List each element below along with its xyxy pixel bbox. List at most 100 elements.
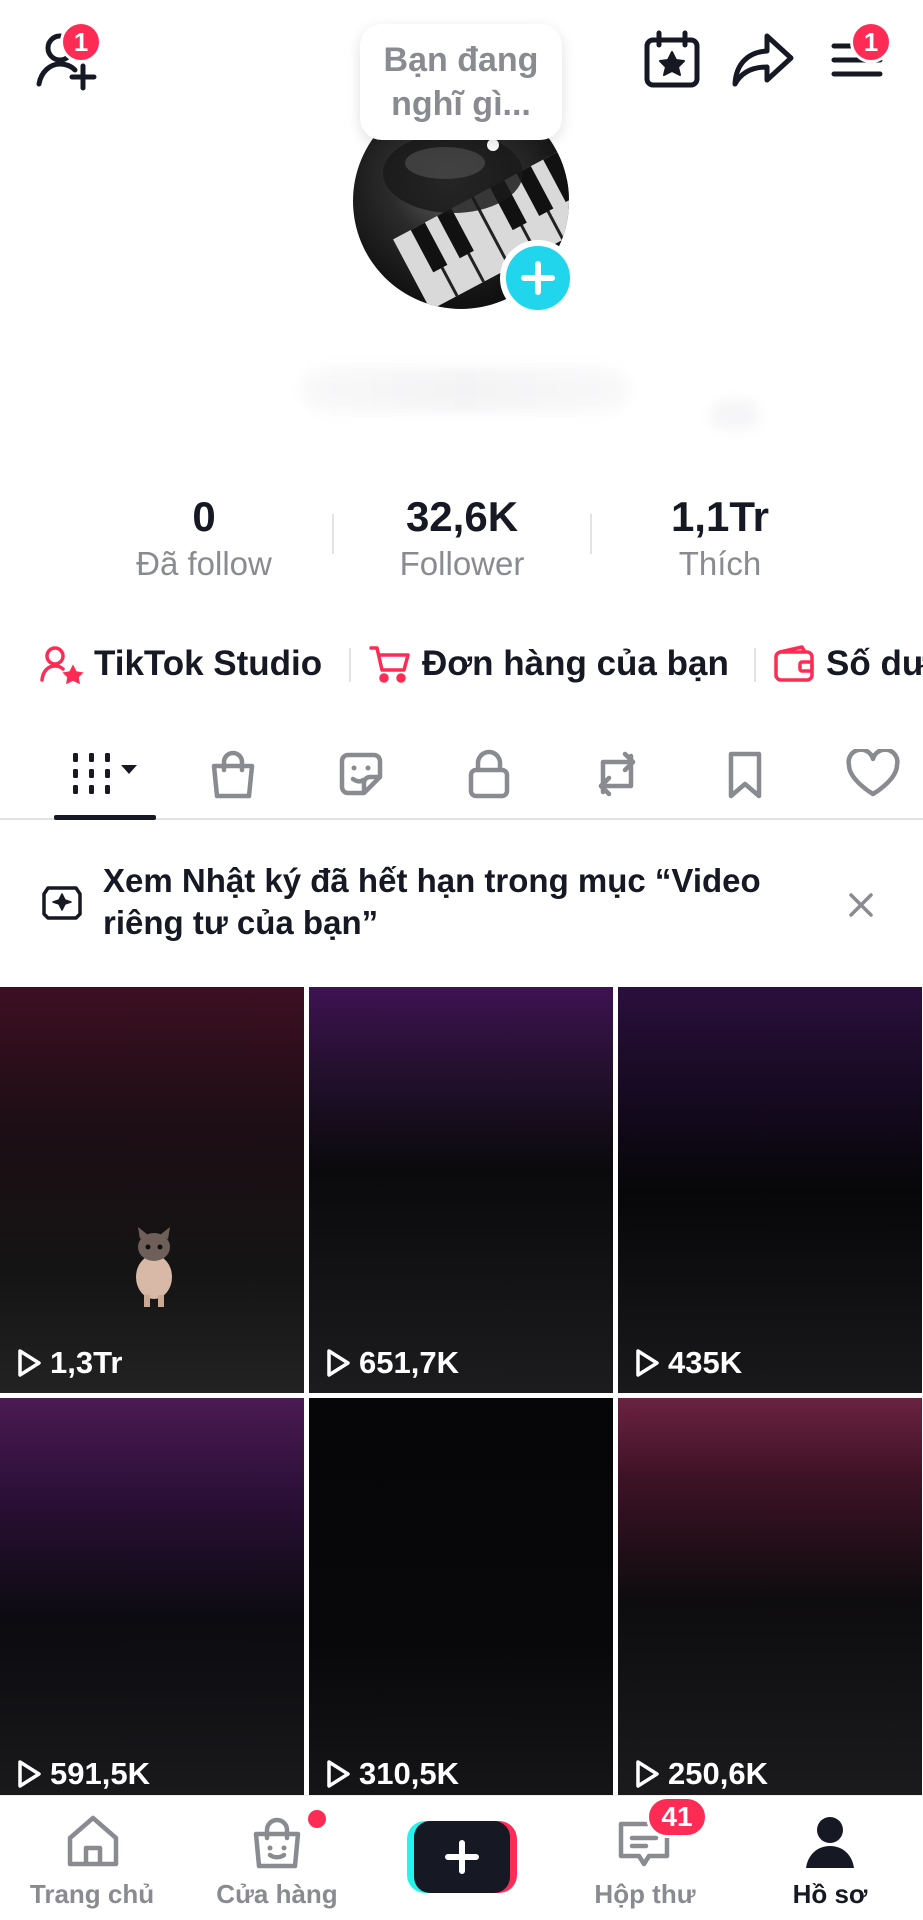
stat-label: Follower [399, 545, 525, 582]
tab-reposts[interactable] [567, 728, 667, 820]
quick-link-label: Số dư [826, 644, 923, 683]
share-icon [732, 33, 794, 87]
thought-prompt-line1: Bạn đang [383, 41, 539, 79]
video-thumbnail[interactable]: 591,5K [0, 1398, 304, 1804]
nav-label: Hồ sơ [792, 1879, 868, 1909]
thought-prompt-line2: nghĩ gì... [391, 85, 531, 123]
view-count: 250,6K [634, 1756, 768, 1792]
nav-home[interactable]: Trang chủ [17, 1814, 167, 1914]
sticker-icon [339, 752, 383, 796]
username-blurred-extra [710, 400, 760, 430]
quick-link-label: Đơn hàng của bạn [422, 644, 729, 683]
nav-shop[interactable]: Cửa hàng [202, 1814, 352, 1914]
play-icon [18, 1349, 41, 1377]
view-count: 591,5K [16, 1756, 150, 1792]
view-count: 435K [634, 1345, 742, 1381]
tab-liked[interactable] [823, 728, 923, 820]
heart-icon [846, 749, 900, 797]
username-blurred [300, 368, 630, 412]
quick-link-label: TikTok Studio [94, 644, 323, 683]
view-count-text: 310,5K [359, 1756, 459, 1791]
video-thumbnail[interactable]: 651,7K [309, 987, 613, 1393]
create-button-center [414, 1821, 510, 1893]
stat-label: Thích [678, 545, 762, 582]
cart-icon [369, 646, 410, 683]
nav-label: Hộp thư [594, 1879, 696, 1909]
top-bar: 1 Bạn đang nghĩ gì... 1 [0, 0, 923, 140]
play-icon [18, 1760, 41, 1788]
nav-label: Trang chủ [29, 1879, 155, 1909]
tab-favorites[interactable] [695, 728, 795, 820]
view-count: 1,3Tr [16, 1345, 122, 1381]
calendar-star-icon [644, 30, 700, 88]
video-thumbnail[interactable]: 435K [618, 987, 922, 1393]
menu-badge: 1 [850, 21, 892, 63]
inbox-badge: 41 [646, 1796, 708, 1838]
play-icon [636, 1760, 659, 1788]
create-button[interactable] [407, 1821, 517, 1893]
view-count: 651,7K [325, 1345, 459, 1381]
expired-diary-notice[interactable]: Xem Nhật ký đã hết hạn trong mục “Video … [0, 840, 923, 960]
video-thumbnail[interactable]: 310,5K [309, 1398, 613, 1804]
profile-stats: 0 Đã follow 32,6K Follower 1,1Tr Thích [0, 492, 923, 592]
stat-likes[interactable]: 1,1Tr Thích [600, 492, 840, 586]
view-count-text: 591,5K [50, 1756, 150, 1791]
lock-icon [468, 749, 510, 799]
repost-icon [598, 751, 636, 797]
add-friend-badge: 1 [60, 21, 102, 63]
shopping-bag-icon [211, 750, 255, 799]
play-icon [636, 1349, 659, 1377]
bottom-navigation: Trang chủ Cửa hàng Hộp thư Hồ sơ [0, 1795, 923, 1920]
bookmark-icon [728, 751, 762, 799]
tiktok-studio-link[interactable]: TikTok Studio [40, 636, 322, 692]
plus-icon [445, 1840, 479, 1874]
content-tabs [0, 728, 923, 820]
notice-text: Xem Nhật ký đã hết hạn trong mục “Video … [103, 862, 761, 941]
share-button[interactable] [723, 20, 803, 100]
view-count-text: 250,6K [668, 1756, 768, 1791]
video-thumbnail[interactable]: 250,6K [618, 1398, 922, 1804]
stat-value: 32,6K [405, 493, 519, 540]
person-star-icon [40, 646, 84, 684]
profile-person-icon [806, 1817, 854, 1868]
view-count-text: 1,3Tr [50, 1345, 123, 1380]
play-icon [327, 1349, 350, 1377]
wallet-icon [774, 645, 814, 682]
view-count-text: 651,7K [359, 1345, 459, 1380]
plus-icon [521, 261, 555, 295]
stat-followers[interactable]: 32,6K Follower [342, 492, 582, 586]
thought-prompt-bubble[interactable]: Bạn đang nghĩ gì... [360, 24, 562, 140]
stat-value: 0 [192, 493, 216, 540]
stat-divider [332, 514, 334, 554]
active-tab-indicator [54, 815, 156, 820]
balance-link[interactable]: Số dư [772, 636, 923, 692]
tab-stickers[interactable] [311, 728, 411, 820]
nav-profile[interactable]: Hồ sơ [755, 1814, 905, 1914]
tab-private[interactable] [439, 728, 539, 820]
stat-following[interactable]: 0 Đã follow [84, 492, 324, 586]
nav-label: Cửa hàng [216, 1879, 338, 1909]
tab-shop[interactable] [183, 728, 283, 820]
stat-value: 1,1Tr [670, 493, 770, 540]
view-count: 310,5K [325, 1756, 459, 1792]
video-thumbnail[interactable]: 1,3Tr [0, 987, 304, 1393]
quick-links: TikTok Studio Đơn hàng của bạn Số dư [0, 636, 923, 692]
calendar-star-button[interactable] [632, 20, 712, 100]
orders-link[interactable]: Đơn hàng của bạn [368, 636, 729, 692]
tab-videos[interactable] [55, 728, 155, 820]
stat-divider [590, 514, 592, 554]
view-count-text: 435K [668, 1345, 743, 1380]
home-icon [67, 1815, 119, 1867]
stat-label: Đã follow [136, 545, 272, 582]
grid-icon [73, 753, 137, 794]
close-icon[interactable] [846, 890, 876, 920]
video-grid: 1,3Tr 651,7K 435K 591,5K 310,5K 250,6K [0, 987, 923, 1804]
add-story-button[interactable] [500, 240, 576, 316]
shop-notification-dot [308, 1810, 326, 1828]
quick-link-separator [754, 648, 756, 682]
quick-link-separator [349, 648, 351, 682]
play-icon [327, 1760, 350, 1788]
dancing-cat-image [136, 1227, 172, 1307]
sparkle-frame-icon [42, 886, 82, 920]
shopping-bag-icon [253, 1817, 301, 1869]
